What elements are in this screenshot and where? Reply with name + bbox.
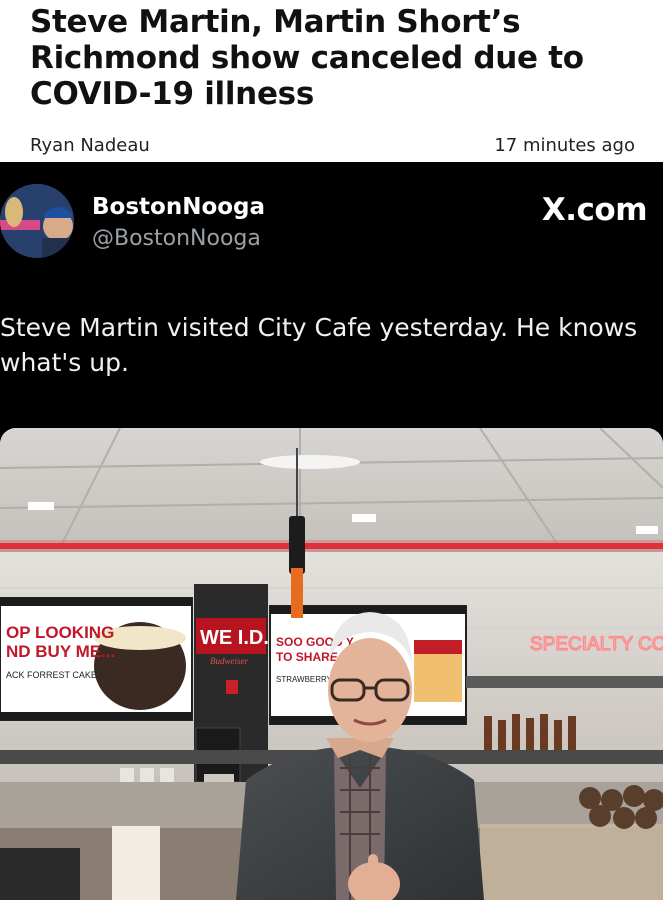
article-headline[interactable]: Steve Martin, Martin Short’s Richmond sh… xyxy=(30,4,650,112)
left-banner-line1: OP LOOKING xyxy=(6,623,114,642)
tweet-display-name[interactable]: BostonNooga xyxy=(92,194,265,220)
neon-sign: SPECIALTY CO xyxy=(530,634,663,655)
article-author[interactable]: Ryan Nadeau xyxy=(30,135,150,156)
embedded-tweet[interactable]: BostonNooga @BostonNooga X.com Steve Mar… xyxy=(0,162,663,900)
center-sign-sub: Budweiser xyxy=(210,656,248,666)
left-menu-banner: OP LOOKING ND BUY ME... ACK FORREST CAKE xyxy=(0,597,193,721)
x-logo[interactable]: X.com xyxy=(542,192,648,228)
tweet-handle[interactable]: @BostonNooga xyxy=(92,226,261,251)
left-banner-caption: ACK FORREST CAKE xyxy=(6,670,97,680)
cafe-photo: OP LOOKING ND BUY ME... ACK FORREST CAKE… xyxy=(0,428,663,900)
tweet-photo[interactable]: OP LOOKING ND BUY ME... ACK FORREST CAKE… xyxy=(0,428,663,900)
article-timestamp: 17 minutes ago xyxy=(494,134,635,156)
avatar-image xyxy=(0,184,74,258)
tweet-text: Steve Martin visited City Cafe yesterday… xyxy=(0,313,638,377)
article-byline: Ryan Nadeau 17 minutes ago xyxy=(30,132,635,158)
right-banner-caption: STRAWBERRY xyxy=(276,675,333,684)
center-sign-text: WE I.D. xyxy=(200,627,269,649)
left-banner-line2: ND BUY ME... xyxy=(6,642,115,661)
avatar[interactable] xyxy=(0,184,74,258)
